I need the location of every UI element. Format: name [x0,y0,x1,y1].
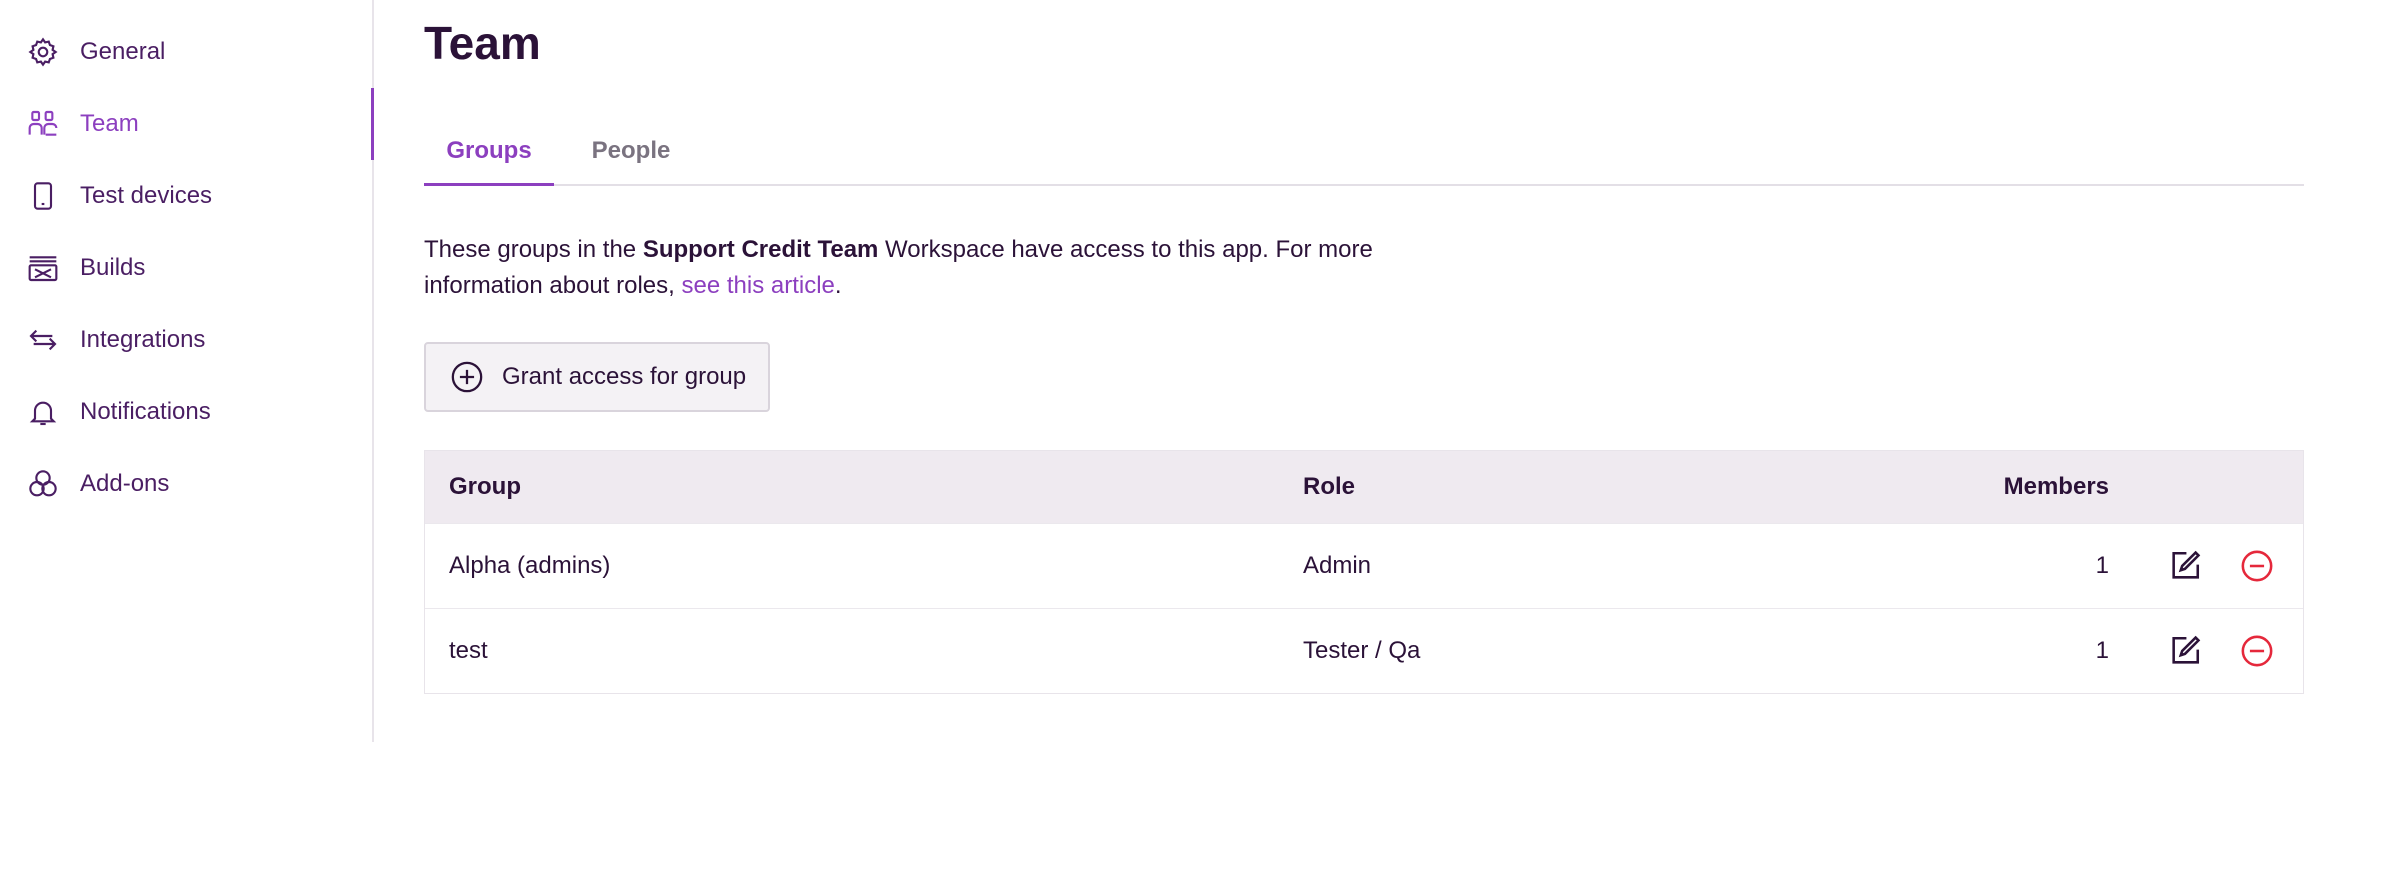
edit-icon[interactable] [2167,633,2203,669]
arrows-icon [26,323,60,357]
users-icon [26,107,60,141]
role-cell: Tester / Qa [1303,637,1421,664]
gear-icon [26,35,60,69]
tab-people[interactable]: People [576,118,686,184]
group-name-cell: test [449,637,488,664]
sidebar-item-test-devices[interactable]: Test devices [26,160,372,232]
sidebar-item-team[interactable]: Team [26,88,374,160]
members-cell: 1 [2095,552,2109,579]
sidebar: General Team Test devices Builds Integra… [0,0,374,742]
role-cell: Admin [1303,552,1372,579]
sidebar-item-label: Test devices [80,182,213,209]
description-text: These groups in the Support Credit Team … [424,232,1424,304]
workspace-name: Support Credit Team [642,236,879,263]
roles-article-link[interactable]: see this article [681,272,834,299]
plus-circle-icon [450,360,484,394]
sidebar-item-label: General [80,38,166,65]
grant-access-button[interactable]: Grant access for group [424,342,770,412]
column-header-group[interactable]: Group [449,451,521,523]
bell-icon [26,395,60,429]
table-row: Alpha (admins) Admin 1 [425,523,2303,608]
sidebar-item-label: Team [80,110,139,137]
column-header-role[interactable]: Role [1303,451,1355,523]
sidebar-item-add-ons[interactable]: Add-ons [26,448,372,520]
description-post: . [834,272,842,299]
sidebar-item-general[interactable]: General [26,16,372,88]
table-header: Group Role Members [425,451,2303,523]
sidebar-item-label: Add-ons [80,470,170,497]
builds-icon [26,251,60,285]
sidebar-item-label: Integrations [80,326,206,353]
remove-icon[interactable] [2239,633,2275,669]
table-row: test Tester / Qa 1 [425,608,2303,693]
addons-icon [26,467,60,501]
page-title: Team [424,17,541,69]
sidebar-item-integrations[interactable]: Integrations [26,304,372,376]
members-cell: 1 [2095,637,2109,664]
sidebar-item-label: Notifications [80,398,211,425]
tab-groups[interactable]: Groups [424,118,554,186]
phone-icon [26,179,60,213]
sidebar-item-notifications[interactable]: Notifications [26,376,372,448]
remove-icon[interactable] [2239,548,2275,584]
sidebar-item-label: Builds [80,254,146,281]
group-name-cell: Alpha (admins) [449,552,611,579]
tab-bar: Groups People [424,118,2304,186]
sidebar-item-builds[interactable]: Builds [26,232,372,304]
edit-icon[interactable] [2167,548,2203,584]
grant-access-label: Grant access for group [502,363,747,390]
description-pre: These groups in the [424,236,643,263]
column-header-members[interactable]: Members [2004,451,2109,523]
groups-table: Group Role Members Alpha (admins) Admin … [424,450,2304,694]
